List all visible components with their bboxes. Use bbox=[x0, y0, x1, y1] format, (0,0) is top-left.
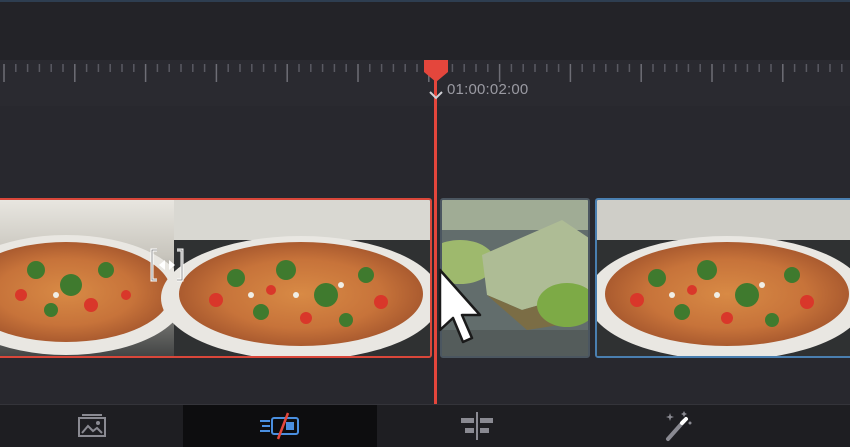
media-tab[interactable] bbox=[0, 405, 183, 447]
page-tab-bar bbox=[0, 404, 850, 447]
effects-tab[interactable] bbox=[577, 405, 777, 447]
cut-tab[interactable] bbox=[183, 405, 377, 447]
edit-tab[interactable] bbox=[377, 405, 577, 447]
viewer-area bbox=[0, 0, 850, 61]
pizza-thumbnail bbox=[597, 200, 850, 356]
timecode-label: 01:00:02:00 bbox=[447, 81, 529, 98]
playhead-handle[interactable] bbox=[422, 58, 450, 109]
align-tracks-icon bbox=[457, 411, 497, 441]
timeline-cut-icon bbox=[258, 412, 302, 440]
playhead-line[interactable] bbox=[434, 70, 437, 404]
mouse-pointer-icon bbox=[438, 268, 488, 353]
pizza-clip-selected[interactable] bbox=[0, 198, 432, 358]
magic-wand-icon bbox=[660, 409, 694, 443]
image-gallery-icon bbox=[76, 413, 108, 439]
pizza-thumbnail bbox=[0, 200, 430, 356]
pizza-clip-right[interactable] bbox=[595, 198, 850, 358]
trim-handle-icon[interactable] bbox=[148, 246, 186, 284]
